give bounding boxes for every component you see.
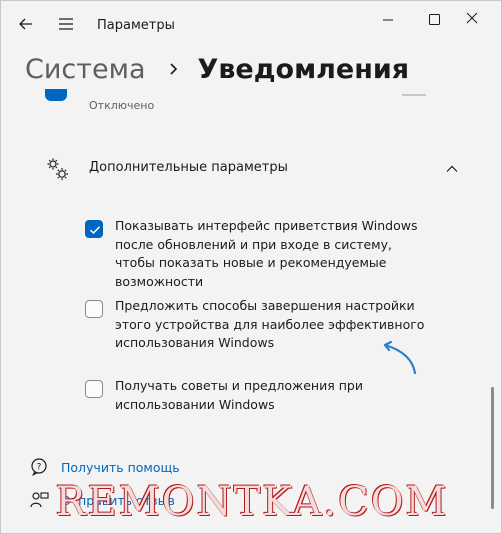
chevron-up-icon[interactable] [445, 161, 459, 175]
breadcrumb-parent-link[interactable]: Система [25, 54, 146, 85]
hamburger-menu-icon[interactable] [55, 13, 77, 35]
gears-icon [45, 157, 71, 183]
breadcrumb: Система Уведомления [25, 51, 409, 87]
previous-setting-control[interactable] [402, 94, 426, 96]
svg-text:?: ? [37, 463, 42, 473]
window-title: Параметры [97, 18, 175, 33]
welcome-experience-checkbox[interactable] [85, 220, 103, 238]
close-button[interactable] [457, 7, 501, 33]
feedback-icon [29, 490, 49, 510]
help-icon: ? [29, 457, 49, 477]
option-label: Получать советы и предложения при исполь… [115, 378, 363, 412]
option-welcome-experience[interactable]: Показывать интерфейс приветствия Windows… [85, 217, 445, 289]
settings-window: Параметры Система Уведомления Отключено [0, 0, 502, 534]
send-feedback-link[interactable]: Отправить отзыв [29, 489, 175, 511]
get-help-link[interactable]: ? Получить помощь [29, 456, 180, 478]
back-arrow-icon[interactable] [15, 13, 37, 35]
previous-setting-status: Отключено [89, 99, 155, 112]
get-help-text[interactable]: Получить помощь [61, 460, 180, 475]
maximize-button[interactable] [411, 7, 457, 33]
tips-suggestions-checkbox[interactable] [85, 380, 103, 398]
page-title: Уведомления [197, 53, 410, 85]
minimize-button[interactable] [365, 7, 411, 33]
annotation-arrow-icon [371, 331, 421, 381]
option-tips-suggestions[interactable]: Получать советы и предложения при исполь… [85, 377, 445, 417]
scrollbar[interactable] [491, 387, 494, 509]
chevron-right-icon [164, 60, 182, 78]
option-label: Показывать интерфейс приветствия Windows… [115, 218, 418, 289]
additional-settings-label: Дополнительные параметры [89, 160, 288, 175]
previous-setting-toggle[interactable] [45, 89, 67, 101]
finish-setup-checkbox[interactable] [85, 300, 103, 318]
title-bar: Параметры [1, 1, 501, 45]
additional-settings-expander[interactable]: Дополнительные параметры [25, 139, 465, 199]
send-feedback-text[interactable]: Отправить отзыв [61, 493, 175, 508]
